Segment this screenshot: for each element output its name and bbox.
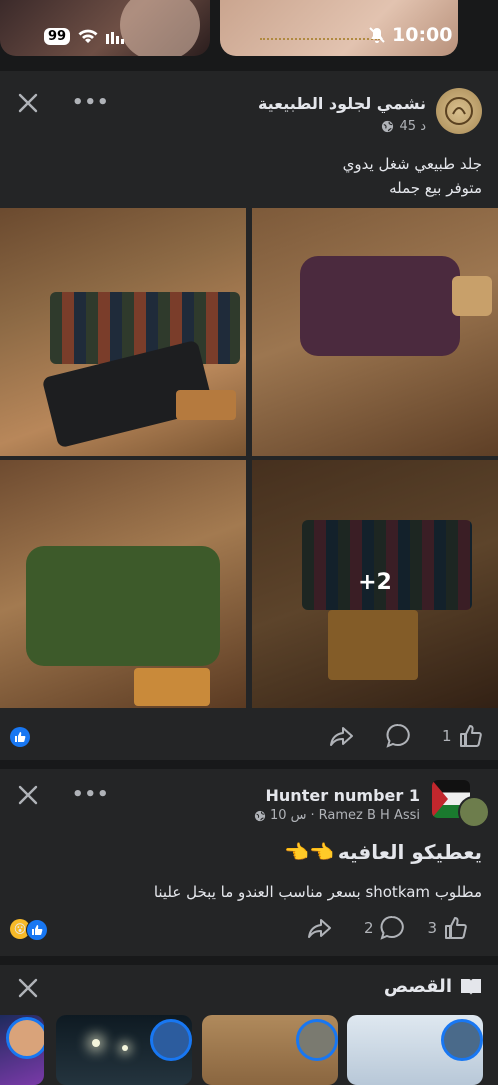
wifi-icon	[78, 29, 98, 43]
story-avatar	[441, 1019, 483, 1061]
post-meta: 45 د	[381, 119, 426, 134]
signal-icon	[106, 31, 125, 44]
share-icon[interactable]	[306, 914, 334, 942]
post-photo[interactable]	[252, 208, 498, 456]
clock: 10:00	[392, 24, 453, 46]
mute-icon	[369, 27, 385, 43]
post-text-line: جلد طبيعي شغل يدوي	[342, 155, 482, 173]
stories-header: القصص	[384, 976, 482, 997]
comment-icon[interactable]	[384, 722, 412, 750]
story-card[interactable]	[56, 1015, 192, 1085]
close-icon[interactable]	[16, 783, 40, 811]
separator	[0, 760, 498, 769]
like-icon[interactable]	[443, 915, 469, 941]
page-avatar[interactable]	[436, 88, 482, 134]
page-name[interactable]: نشمي لجلود الطبيعية	[258, 94, 426, 113]
author-name[interactable]: Ramez B H Assi	[319, 808, 420, 823]
post-time: 10 س	[269, 808, 307, 823]
post-meta: 10 س · Ramez B H Assi	[254, 808, 420, 823]
post-photo[interactable]	[0, 208, 246, 456]
post-headline: يعطيكو العافيه 👈👈	[284, 840, 482, 864]
like-count: 3	[427, 919, 438, 937]
book-icon	[461, 978, 481, 995]
post-text: مطلوب shotkam بسعر مناسب العندو ما يبخل …	[153, 883, 482, 901]
post-time: 45 د	[399, 119, 426, 134]
close-icon[interactable]	[16, 976, 40, 1004]
globe-icon	[381, 120, 393, 133]
more-photos-count[interactable]: +2	[252, 570, 498, 595]
post-actions: 2 3	[306, 914, 469, 942]
group-name[interactable]: Hunter number 1	[266, 786, 420, 805]
share-icon[interactable]	[328, 722, 356, 750]
status-left: 99	[44, 28, 125, 45]
comment-icon[interactable]	[378, 914, 406, 942]
close-icon[interactable]	[16, 91, 40, 119]
separator	[0, 62, 498, 71]
post-headline-emoji: 👈👈	[284, 840, 334, 864]
post-text-line: متوفر بيع جمله	[389, 179, 482, 197]
more-icon[interactable]: •••	[72, 784, 110, 805]
post-photo[interactable]: +2	[252, 460, 498, 708]
story-avatar	[6, 1017, 44, 1059]
author-avatar[interactable]	[458, 796, 490, 828]
post-actions: 1	[328, 722, 484, 750]
story-avatar	[150, 1019, 192, 1061]
story-card[interactable]	[202, 1015, 338, 1085]
like-reaction-icon	[26, 919, 48, 941]
story-card[interactable]	[347, 1015, 483, 1085]
status-right: 10:00	[368, 24, 452, 46]
comment-count: 2	[364, 919, 374, 937]
more-icon[interactable]: •••	[72, 92, 110, 113]
like-count: 1	[442, 727, 452, 745]
battery-badge: 99	[44, 28, 71, 45]
story-avatar	[296, 1019, 338, 1061]
like-reaction-icon	[10, 727, 30, 747]
reactions-summary[interactable]: 😮	[10, 919, 48, 941]
post-text: جلد طبيعي شغل يدوي متوفر بيع جمله	[22, 152, 482, 200]
stories-title: القصص	[383, 976, 452, 997]
separator	[0, 956, 498, 965]
post-headline-text: يعطيكو العافيه	[337, 840, 482, 864]
story-card[interactable]	[0, 1015, 44, 1085]
post-photo[interactable]	[0, 460, 246, 708]
like-icon[interactable]	[458, 723, 484, 749]
globe-icon	[254, 810, 266, 821]
